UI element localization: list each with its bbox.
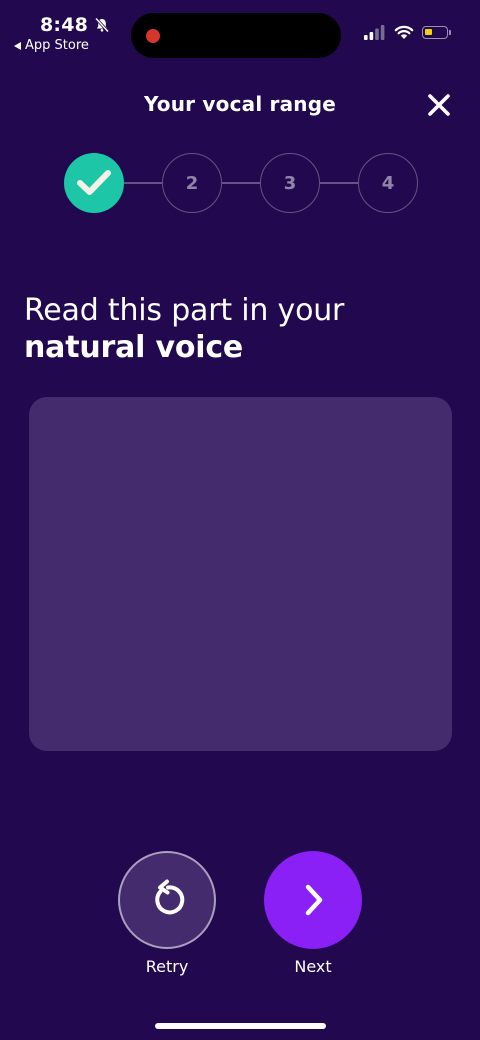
instruction-line-1: Read this part in your [24, 293, 345, 328]
step-4: 4 [358, 153, 418, 213]
next-label: Next [294, 957, 332, 976]
retry-button[interactable] [118, 851, 216, 949]
dynamic-island [131, 13, 341, 58]
back-label: App Store [25, 38, 89, 53]
next-action: Next [264, 851, 362, 976]
reading-instruction: Read this part in your natural voice [24, 292, 344, 366]
step-3: 3 [260, 153, 320, 213]
next-button[interactable] [264, 851, 362, 949]
step-2: 2 [162, 153, 222, 213]
step-connector [222, 182, 260, 184]
status-indicators [364, 24, 451, 40]
step-connector [124, 182, 162, 184]
step-1-complete [64, 153, 124, 213]
bell-off-icon [94, 17, 110, 33]
reading-text-panel [29, 397, 452, 751]
back-to-app-store[interactable]: App Store [14, 38, 89, 53]
clock-text: 8:48 [40, 14, 89, 36]
retry-icon [155, 879, 185, 915]
status-time: 8:48 [40, 14, 110, 36]
step-connector [320, 182, 358, 184]
retry-label: Retry [145, 957, 189, 976]
retry-action: Retry [118, 851, 216, 976]
cellular-signal-icon [364, 25, 385, 40]
checkmark-icon [77, 170, 111, 195]
battery-level [425, 28, 432, 35]
record-dot-icon [146, 29, 160, 43]
wifi-icon [394, 25, 414, 39]
battery-icon [422, 25, 451, 39]
close-icon [428, 94, 450, 116]
home-indicator[interactable] [155, 1023, 326, 1029]
chevron-right-icon [305, 884, 323, 916]
progress-stepper: 2 3 4 [64, 153, 418, 213]
back-triangle-icon [14, 41, 21, 50]
instruction-line-2: natural voice [24, 330, 244, 365]
close-button[interactable] [426, 92, 452, 118]
page-title: Your vocal range [143, 92, 337, 116]
